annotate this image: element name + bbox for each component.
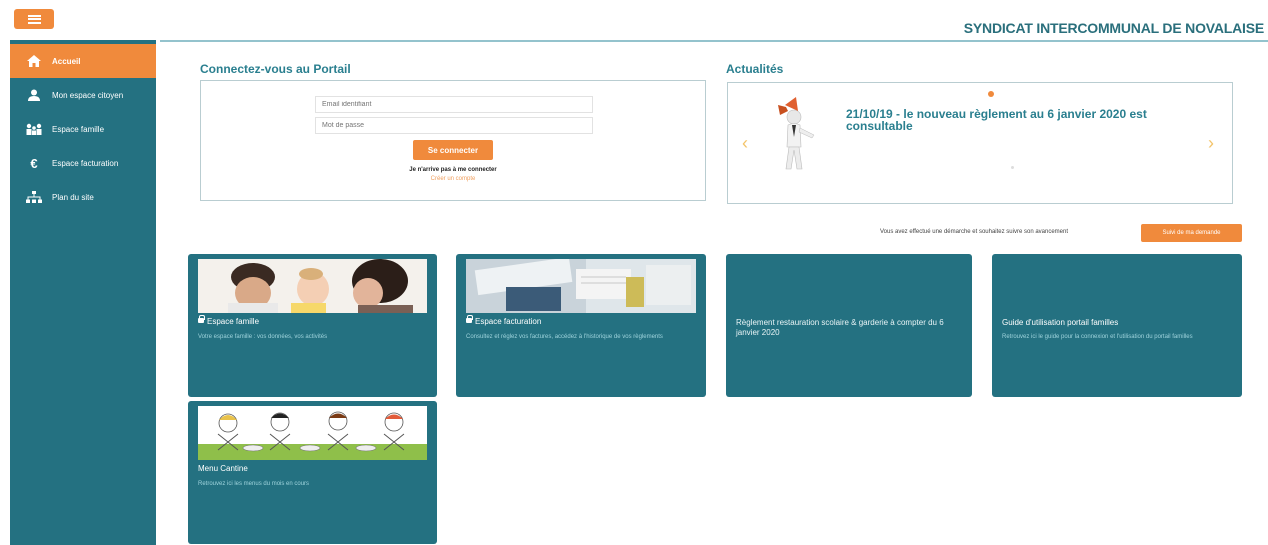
chevron-right-icon[interactable]: › xyxy=(1208,133,1214,154)
tile-title: Espace facturation xyxy=(466,315,542,326)
header-divider xyxy=(160,40,1268,42)
euro-icon: € xyxy=(30,155,38,171)
news-carousel: ‹ › 21/10/19 - le nouveau règlement au 6… xyxy=(727,82,1233,204)
hamburger-icon xyxy=(27,14,41,24)
sidebar-item-accueil[interactable]: Accueil xyxy=(10,44,156,78)
carousel-indicator[interactable] xyxy=(988,91,994,97)
sidebar-item-label: Mon espace citoyen xyxy=(52,90,124,100)
lock-icon xyxy=(198,315,205,323)
news-headline[interactable]: 21/10/19 - le nouveau règlement au 6 jan… xyxy=(846,108,1206,132)
sitemap-icon xyxy=(24,189,44,205)
sidebar-item-label: Accueil xyxy=(52,56,81,66)
tile-title: Espace famille xyxy=(198,315,260,326)
sidebar-item-plan-du-site[interactable]: Plan du site xyxy=(10,180,156,214)
email-input[interactable] xyxy=(315,96,593,113)
family-photo xyxy=(198,259,427,313)
tile-menu-cantine[interactable]: Menu Cantine Retrouvez ici les menus du … xyxy=(188,401,437,544)
sidebar-item-espace-famille[interactable]: Espace famille xyxy=(10,112,156,146)
password-input[interactable] xyxy=(315,117,593,134)
carousel-indicator-secondary xyxy=(1011,166,1014,169)
sidebar-item-label: Plan du site xyxy=(52,192,94,202)
tile-title: Règlement restauration scolaire & garder… xyxy=(736,318,944,337)
tile-description: Retrouvez ici les menus du mois en cours xyxy=(198,481,310,487)
tile-espace-famille[interactable]: Espace famille Votre espace famille : vo… xyxy=(188,254,437,397)
tracking-text: Vous avez effectué une démarche et souha… xyxy=(880,229,1069,235)
tile-description: Consultez et réglez vos factures, accéde… xyxy=(466,334,663,340)
tile-title: Guide d'utilisation portail familles xyxy=(1002,318,1119,327)
login-button[interactable]: Se connecter xyxy=(413,140,493,160)
megaphone-person-illustration xyxy=(778,97,815,170)
sidebar-item-label: Espace famille xyxy=(52,124,105,134)
login-panel: Se connecter Je n'arrive pas à me connec… xyxy=(200,80,706,201)
tile-title-text: Espace facturation xyxy=(475,317,542,326)
tile-description: Retrouvez ici le guide pour la connexion… xyxy=(1002,334,1193,340)
sidebar: Accueil Mon espace citoyen Espace famill… xyxy=(10,40,156,545)
tile-guide-utilisation[interactable]: Guide d'utilisation portail familles Ret… xyxy=(992,254,1242,397)
sidebar-item-espace-facturation[interactable]: € Espace facturation xyxy=(10,146,156,180)
sidebar-item-label: Espace facturation xyxy=(52,158,119,168)
lock-icon xyxy=(466,315,473,323)
family-icon xyxy=(24,121,44,137)
chevron-left-icon[interactable]: ‹ xyxy=(742,133,748,154)
tracking-button[interactable]: Suivi de ma demande xyxy=(1141,224,1242,242)
user-icon xyxy=(24,87,44,103)
cantine-children-drawing xyxy=(198,406,427,460)
create-account-link[interactable]: Créer un compte xyxy=(201,176,705,182)
cant-connect-link[interactable]: Je n'arrive pas à me connecter xyxy=(201,167,705,173)
billing-photo xyxy=(466,259,696,313)
tile-title-text: Espace famille xyxy=(207,317,260,326)
tile-reglement-restauration[interactable]: Règlement restauration scolaire & garder… xyxy=(726,254,972,397)
menu-toggle-button[interactable] xyxy=(14,9,54,29)
home-icon xyxy=(24,53,44,69)
tile-title: Menu Cantine xyxy=(198,464,248,473)
news-section-title: Actualités xyxy=(726,62,784,76)
site-title: SYNDICAT INTERCOMMUNAL DE NOVALAISE xyxy=(963,20,1264,36)
tile-description: Votre espace famille : vos données, vos … xyxy=(198,334,328,340)
sidebar-item-mon-espace-citoyen[interactable]: Mon espace citoyen xyxy=(10,78,156,112)
tile-espace-facturation[interactable]: Espace facturation Consultez et réglez v… xyxy=(456,254,706,397)
login-section-title: Connectez-vous au Portail xyxy=(200,62,351,76)
